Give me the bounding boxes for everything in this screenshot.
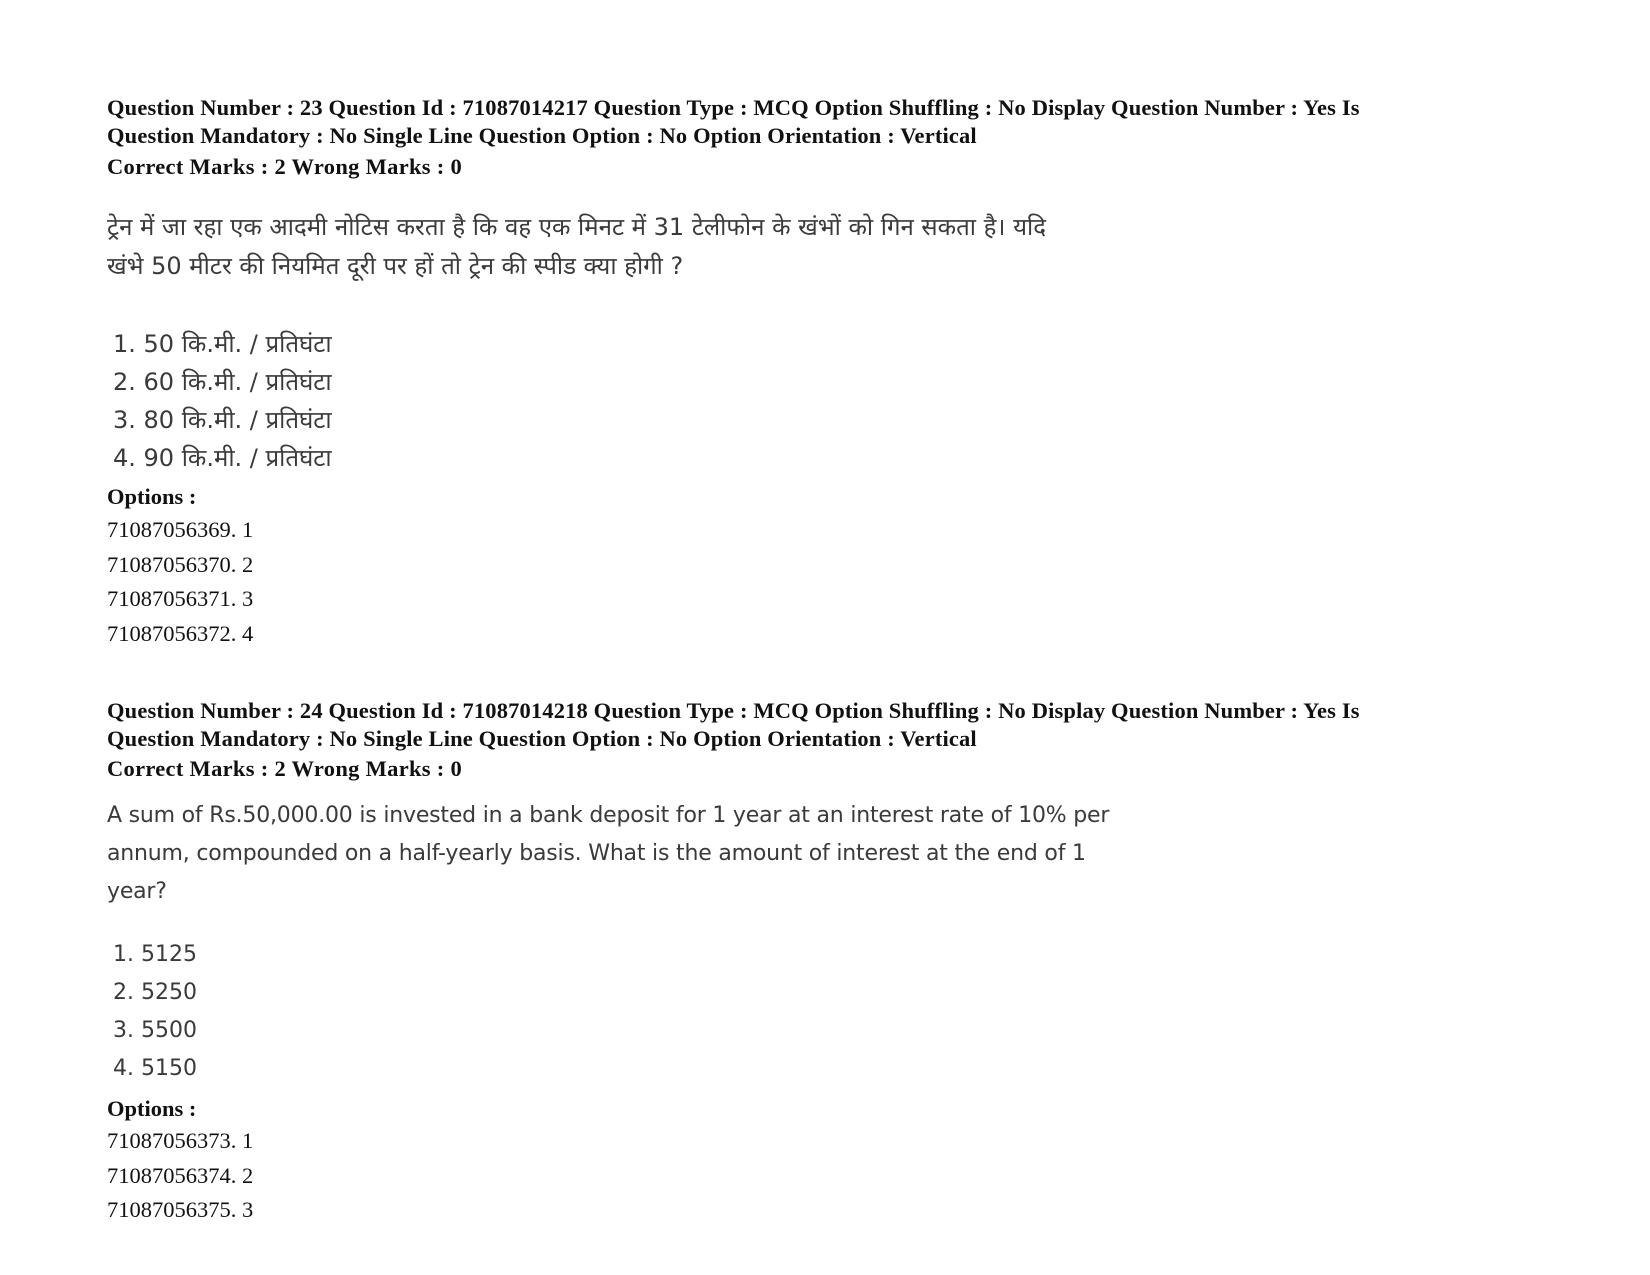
option-id: 71087056373. 1 [107, 1128, 254, 1153]
question-text-line-2: annum, compounded on a half-yearly basis… [107, 841, 1086, 866]
answer-choice: 4. 5150 [113, 1056, 197, 1081]
answer-choice: 4. 90 कि.मी. / प्रतिघंटा [113, 444, 332, 472]
option-id-list: 71087056373. 1 71087056374. 2 7108705637… [107, 1124, 253, 1228]
answer-choice: 1. 50 कि.मी. / प्रतिघंटा [113, 330, 332, 358]
option-id: 71087056375. 3 [107, 1197, 254, 1222]
question-text: ट्रेन में जा रहा एक आदमी नोटिस करता है क… [107, 208, 1157, 286]
option-id-list: 71087056369. 1 71087056370. 2 7108705637… [107, 513, 253, 651]
question-meta-line-2: Question Mandatory : No Single Line Ques… [107, 726, 977, 751]
option-id: 71087056371. 3 [107, 586, 254, 611]
option-id: 71087056370. 2 [107, 551, 254, 577]
question-meta-line-1: Question Number : 23 Question Id : 71087… [107, 95, 1360, 120]
question-text-line-1: A sum of Rs.50,000.00 is invested in a b… [107, 803, 1110, 828]
option-id: 71087056369. 1 [107, 517, 254, 542]
answer-choices: 1. 50 कि.मी. / प्रतिघंटा 2. 60 कि.मी. / … [113, 325, 332, 477]
options-label: Options : [107, 1096, 197, 1121]
question-text: A sum of Rs.50,000.00 is invested in a b… [107, 797, 1157, 911]
question-meta: Question Number : 23 Question Id : 71087… [107, 94, 1527, 150]
options-label: Options : [107, 484, 197, 509]
answer-choice: 2. 60 कि.मी. / प्रतिघंटा [113, 368, 332, 396]
question-marks: Correct Marks : 2 Wrong Marks : 0 [107, 154, 463, 179]
answer-choice: 2. 5250 [113, 980, 197, 1005]
option-id: 71087056372. 4 [107, 620, 254, 646]
answer-choice: 3. 80 कि.मी. / प्रतिघंटा [113, 406, 332, 434]
question-text-line-2: खंभे 50 मीटर की नियमित दूरी पर हों तो ट्… [107, 252, 684, 280]
answer-choices: 1. 5125 2. 5250 3. 5500 4. 5150 [113, 936, 197, 1088]
question-meta: Question Number : 24 Question Id : 71087… [107, 697, 1527, 753]
answer-choice: 1. 5125 [113, 942, 197, 967]
question-marks: Correct Marks : 2 Wrong Marks : 0 [107, 756, 463, 781]
question-meta-line-2: Question Mandatory : No Single Line Ques… [107, 123, 977, 148]
question-meta-line-1: Question Number : 24 Question Id : 71087… [107, 698, 1360, 723]
question-text-line-1: ट्रेन में जा रहा एक आदमी नोटिस करता है क… [107, 213, 1046, 241]
answer-choice: 3. 5500 [113, 1018, 197, 1043]
option-id: 71087056374. 2 [107, 1162, 254, 1188]
question-text-line-3: year? [107, 879, 167, 904]
